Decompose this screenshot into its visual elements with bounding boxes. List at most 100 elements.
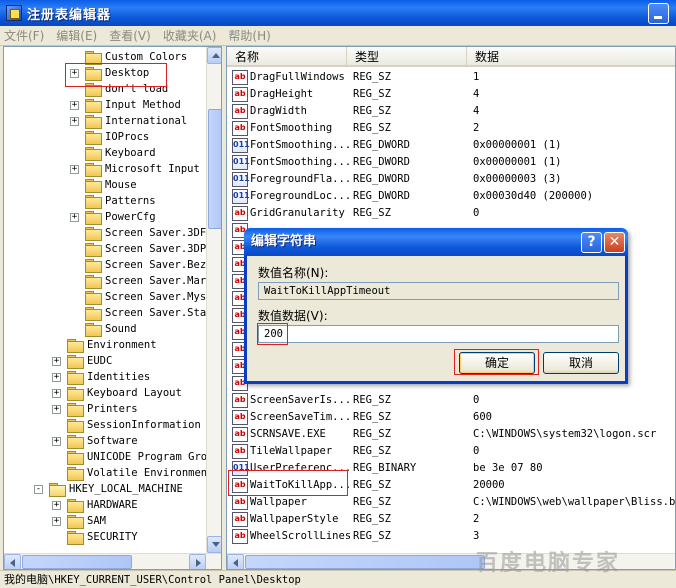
ok-button[interactable]: 确定 [459, 352, 535, 374]
tree-node[interactable]: + Identities [52, 369, 150, 385]
value-data: 0x00030d40 (200000) [473, 190, 594, 202]
expand-icon[interactable]: + [70, 100, 79, 110]
registry-tree[interactable]: Custom Colors + Desktop don't load + Input Me… [3, 46, 222, 570]
tree-vertical-scrollbar[interactable] [206, 47, 221, 553]
expand-icon[interactable]: + [70, 68, 79, 78]
tree-node[interactable]: SessionInformation [52, 417, 201, 433]
tree-node-label: HKEY_LOCAL_MACHINE [69, 483, 183, 495]
tree-node[interactable]: + SAM [52, 513, 106, 529]
tree-node[interactable]: UNICODE Program Gro [52, 449, 207, 465]
tree-node[interactable]: Environment [52, 337, 157, 353]
list-row[interactable]: ab DragFullWindows REG_SZ 1 [227, 69, 675, 86]
tree-scroll-down-button[interactable] [207, 536, 221, 553]
tree-node-label: SessionInformation [87, 419, 201, 431]
tree-node[interactable]: Screen Saver.Bez [70, 257, 206, 273]
list-row[interactable]: ab DragWidth REG_SZ 4 [227, 103, 675, 120]
folder-icon [67, 387, 84, 401]
tree-node[interactable]: + International [70, 113, 187, 129]
expand-icon[interactable]: + [52, 388, 61, 398]
menu-help[interactable]: 帮助(H) [228, 27, 270, 44]
tree-node[interactable]: + Printers [52, 401, 138, 417]
column-header-type[interactable]: 类型 [347, 47, 467, 67]
list-row[interactable]: ab WallpaperStyle REG_SZ 2 [227, 511, 675, 528]
list-row[interactable]: ab DragHeight REG_SZ 4 [227, 86, 675, 103]
tree-node[interactable]: + Microsoft Input [70, 161, 200, 177]
tree-scroll-thumb[interactable] [208, 109, 221, 229]
expand-icon[interactable]: + [52, 500, 61, 510]
tree-node[interactable]: - HKEY_LOCAL_MACHINE [34, 481, 183, 497]
list-row[interactable]: 011 ForegroundLoc... REG_DWORD 0x00030d40 (… [227, 188, 675, 205]
tree-scroll-up-button[interactable] [207, 47, 221, 64]
tree-node[interactable]: Screen Saver.3DP [70, 241, 206, 257]
tree-node[interactable]: + Input Method [70, 97, 181, 113]
folder-icon [85, 227, 102, 241]
list-scroll-left-button[interactable] [227, 554, 244, 569]
cancel-button[interactable]: 取消 [543, 352, 619, 374]
tree-node[interactable]: + EUDC [52, 353, 112, 369]
menu-favorites[interactable]: 收藏夹(A) [163, 27, 217, 44]
list-row[interactable]: ab WheelScrollLines REG_SZ 3 [227, 528, 675, 545]
tree-node[interactable]: Custom Colors [70, 49, 187, 65]
expand-icon[interactable]: + [70, 212, 79, 222]
collapse-icon[interactable]: - [34, 484, 43, 494]
expand-icon[interactable]: + [52, 404, 61, 414]
tree-node[interactable]: + Desktop [70, 65, 149, 81]
list-row[interactable]: ab ScreenSaveTim... REG_SZ 600 [227, 409, 675, 426]
tree-node[interactable]: Mouse [70, 177, 137, 193]
value-data-input[interactable]: 200 [258, 325, 619, 343]
expand-icon[interactable]: + [70, 116, 79, 126]
list-row[interactable]: ab FontSmoothing REG_SZ 2 [227, 120, 675, 137]
list-row[interactable]: 011 FontSmoothing... REG_DWORD 0x00000001 (… [227, 137, 675, 154]
column-header-name[interactable]: 名称 [227, 47, 347, 67]
tree-node[interactable]: IOProcs [70, 129, 149, 145]
dialog-help-button[interactable]: ? [581, 232, 602, 253]
tree-node[interactable]: + Software [52, 433, 138, 449]
menu-edit[interactable]: 编辑(E) [56, 27, 97, 44]
tree-node[interactable]: Volatile Environmen [52, 465, 207, 481]
tree-node[interactable]: + HARDWARE [52, 497, 138, 513]
tree-node[interactable]: Sound [70, 321, 137, 337]
tree-node[interactable]: + Keyboard Layout [52, 385, 182, 401]
tree-node[interactable]: don't load [70, 81, 168, 97]
list-row[interactable]: ab Wallpaper REG_SZ C:\WINDOWS\web\wallpape… [227, 494, 675, 511]
list-row[interactable]: 011 ForegroundFla... REG_DWORD 0x00000003 (… [227, 171, 675, 188]
string-value-icon: ab [232, 393, 248, 408]
tree-scroll-right-button[interactable] [189, 554, 206, 569]
list-row[interactable]: ab ScreenSaverIs... REG_SZ 0 [227, 392, 675, 409]
menu-file[interactable]: 文件(F) [4, 27, 44, 44]
tree-horizontal-scrollbar[interactable] [4, 553, 221, 569]
tree-node[interactable]: Screen Saver.Mys [70, 289, 206, 305]
tree-node[interactable]: SECURITY [52, 529, 138, 545]
tree-node[interactable]: Screen Saver.Sta [70, 305, 206, 321]
tree-node[interactable]: Screen Saver.Mar [70, 273, 206, 289]
tree-node[interactable]: Patterns [70, 193, 156, 209]
tree-node-label: Screen Saver.Mys [105, 291, 207, 303]
list-row[interactable]: 011 UserPreferenc... REG_BINARY be 3e 07 80 [227, 460, 675, 477]
expand-icon[interactable]: + [52, 372, 61, 382]
list-row[interactable]: ab GridGranularity REG_SZ 0 [227, 205, 675, 222]
tree-node[interactable]: Screen Saver.3DF [70, 225, 206, 241]
list-row[interactable]: 011 FontSmoothing... REG_DWORD 0x00000001 (… [227, 154, 675, 171]
tree-node[interactable]: Keyboard [70, 145, 156, 161]
menu-view[interactable]: 查看(V) [109, 27, 151, 44]
tree-scroll-left-button[interactable] [4, 554, 21, 569]
expand-icon[interactable]: + [52, 356, 61, 366]
expand-icon[interactable]: + [52, 516, 61, 526]
tree-node-label: SECURITY [87, 531, 138, 543]
column-header-data[interactable]: 数据 [467, 47, 675, 67]
tree-hscroll-thumb[interactable] [22, 555, 132, 569]
string-value-icon: ab [232, 410, 248, 425]
list-row[interactable]: ab WaitToKillApp... REG_SZ 20000 [227, 477, 675, 494]
tree-node-label: PowerCfg [105, 211, 156, 223]
expand-icon[interactable]: + [70, 164, 79, 174]
list-hscroll-thumb[interactable] [245, 555, 485, 569]
list-row[interactable]: ab SCRNSAVE.EXE REG_SZ C:\WINDOWS\system32\… [227, 426, 675, 443]
expand-icon[interactable]: + [52, 436, 61, 446]
minimize-button[interactable] [648, 3, 669, 24]
list-row[interactable]: ab TileWallpaper REG_SZ 0 [227, 443, 675, 460]
tree-node-label: Microsoft Input [105, 163, 200, 175]
tree-node-label: Keyboard [105, 147, 156, 159]
value-type: REG_SZ [353, 479, 391, 491]
tree-node[interactable]: + PowerCfg [70, 209, 156, 225]
dialog-close-button[interactable]: ✕ [604, 232, 625, 253]
